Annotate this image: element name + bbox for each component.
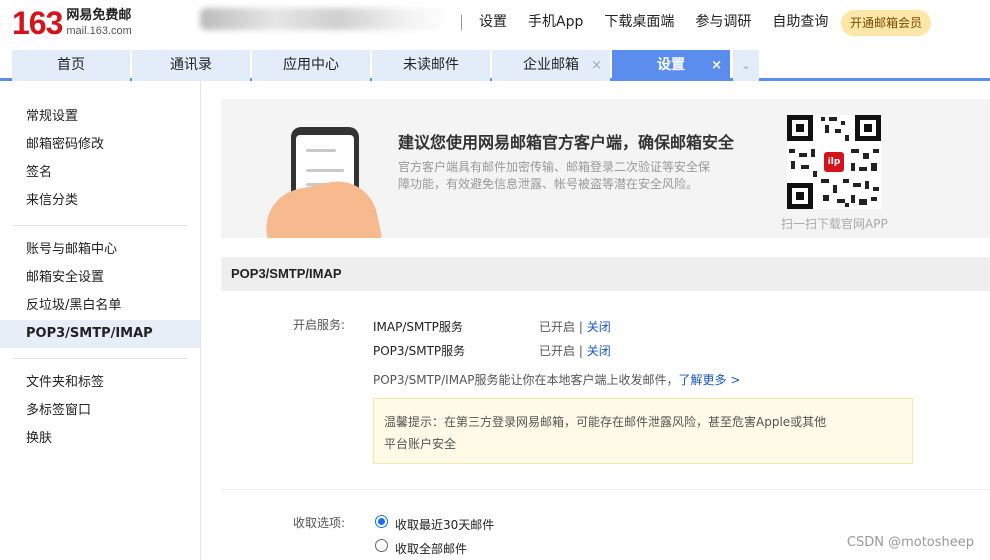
learn-more-link[interactable]: 了解更多 > [679,373,741,387]
pop3-service-name: POP3/SMTP服务 [373,344,466,358]
section-title: POP3/SMTP/IMAP [221,257,990,291]
settings-sidebar: 常规设置 邮箱密码修改 签名 来信分类 账号与邮箱中心 邮箱安全设置 反垃圾/黑… [0,81,201,560]
tab-unread[interactable]: 未读邮件 [372,50,490,81]
vip-button[interactable]: 开通邮箱会员 [841,10,931,36]
hand-illustration [258,174,384,238]
tip-line-1: 温馨提示：在第三方登录网易邮箱，可能存在邮件泄露风险，甚至危害Apple或其他 [384,415,827,429]
section-divider [221,489,990,490]
pop3-service-status: 已开启 | 关闭 [539,344,611,358]
link-desktop-download[interactable]: 下载桌面端 [604,12,674,32]
link-self-service[interactable]: 自助查询 [772,12,828,32]
tab-contacts[interactable]: 通讯录 [132,50,250,81]
tab-settings[interactable]: 设置 × [612,50,730,81]
tab-enterprise-mail[interactable]: 企业邮箱 × [492,50,610,81]
sidebar-item-multi-tab[interactable]: 多标签窗口 [0,397,200,425]
sidebar-item-account-center[interactable]: 账号与邮箱中心 [0,236,200,264]
app-logo-icon: ilp [824,152,844,172]
sidebar-divider [14,358,188,359]
logo-title: 网易免费邮 [66,8,132,23]
top-header: 163 网易免费邮 mail.163.com 设置 手机App 下载桌面端 参与… [0,0,990,48]
receive-label: 收取选项: [293,516,346,530]
header-divider [461,15,462,30]
client-promo-banner: 建议您使用网易邮箱官方客户端，确保邮箱安全 官方客户端具有邮件加密传输、邮箱登录… [221,99,990,238]
banner-title: 建议您使用网易邮箱官方客户端，确保邮箱安全 [398,133,735,152]
sidebar-item-pop3-smtp-imap[interactable]: POP3/SMTP/IMAP [0,320,200,348]
radio-label-all-mail[interactable]: 收取全部邮件 [395,540,467,557]
close-icon[interactable]: × [711,50,722,81]
qr-code: ilp [787,115,881,209]
imap-close-link[interactable]: 关闭 [587,320,611,334]
radio-label-recent-30-days[interactable]: 收取最近30天邮件 [395,516,494,533]
sidebar-item-folders-labels[interactable]: 文件夹和标签 [0,369,200,397]
service-label: 开启服务: [293,318,346,332]
tip-line-2: 平台账户安全 [384,437,457,451]
imap-service-status: 已开启 | 关闭 [539,320,611,334]
logo-url: mail.163.com [66,25,132,37]
sidebar-item-antispam[interactable]: 反垃圾/黑白名单 [0,292,200,320]
sidebar-item-password[interactable]: 邮箱密码修改 [0,131,200,159]
tab-bar: 首页 通讯录 应用中心 未读邮件 企业邮箱 × 设置 × [0,48,990,81]
logo[interactable]: 163 网易免费邮 mail.163.com [12,6,132,40]
link-survey[interactable]: 参与调研 [695,12,751,32]
banner-description: 官方客户端具有邮件加密传输、邮箱登录二次验证等安全保障功能，有效避免信息泄露、帐… [398,160,711,191]
blurred-account-name [200,8,450,30]
top-links: 设置 手机App 下载桌面端 参与调研 自助查询 [479,12,849,32]
link-settings[interactable]: 设置 [479,12,507,32]
sidebar-item-mail-filter[interactable]: 来信分类 [0,187,200,215]
radio-recent-30-days[interactable] [375,515,388,528]
link-mobile-app[interactable]: 手机App [528,12,583,32]
sidebar-item-skin[interactable]: 换肤 [0,425,200,453]
tab-home[interactable]: 首页 [12,50,130,81]
service-description: POP3/SMTP/IMAP服务能让你在本地客户端上收发邮件，了解更多 > [373,373,741,387]
imap-service-name: IMAP/SMTP服务 [373,320,463,334]
sidebar-item-security[interactable]: 邮箱安全设置 [0,264,200,292]
tab-app-center[interactable]: 应用中心 [252,50,370,81]
close-icon[interactable]: × [591,50,602,81]
chevron-down-icon[interactable]: ⌄ [733,50,759,81]
sidebar-item-signature[interactable]: 签名 [0,159,200,187]
sidebar-divider [14,225,188,226]
radio-all-mail[interactable] [375,539,388,552]
logo-number: 163 [12,5,63,41]
pop3-close-link[interactable]: 关闭 [587,344,611,358]
qr-caption: 扫一扫下载官网APP [781,217,888,231]
sidebar-item-general[interactable]: 常规设置 [0,103,200,131]
watermark: CSDN @motosheep [846,535,974,550]
security-tip-box: 温馨提示：在第三方登录网易邮箱，可能存在邮件泄露风险，甚至危害Apple或其他 … [373,398,913,464]
